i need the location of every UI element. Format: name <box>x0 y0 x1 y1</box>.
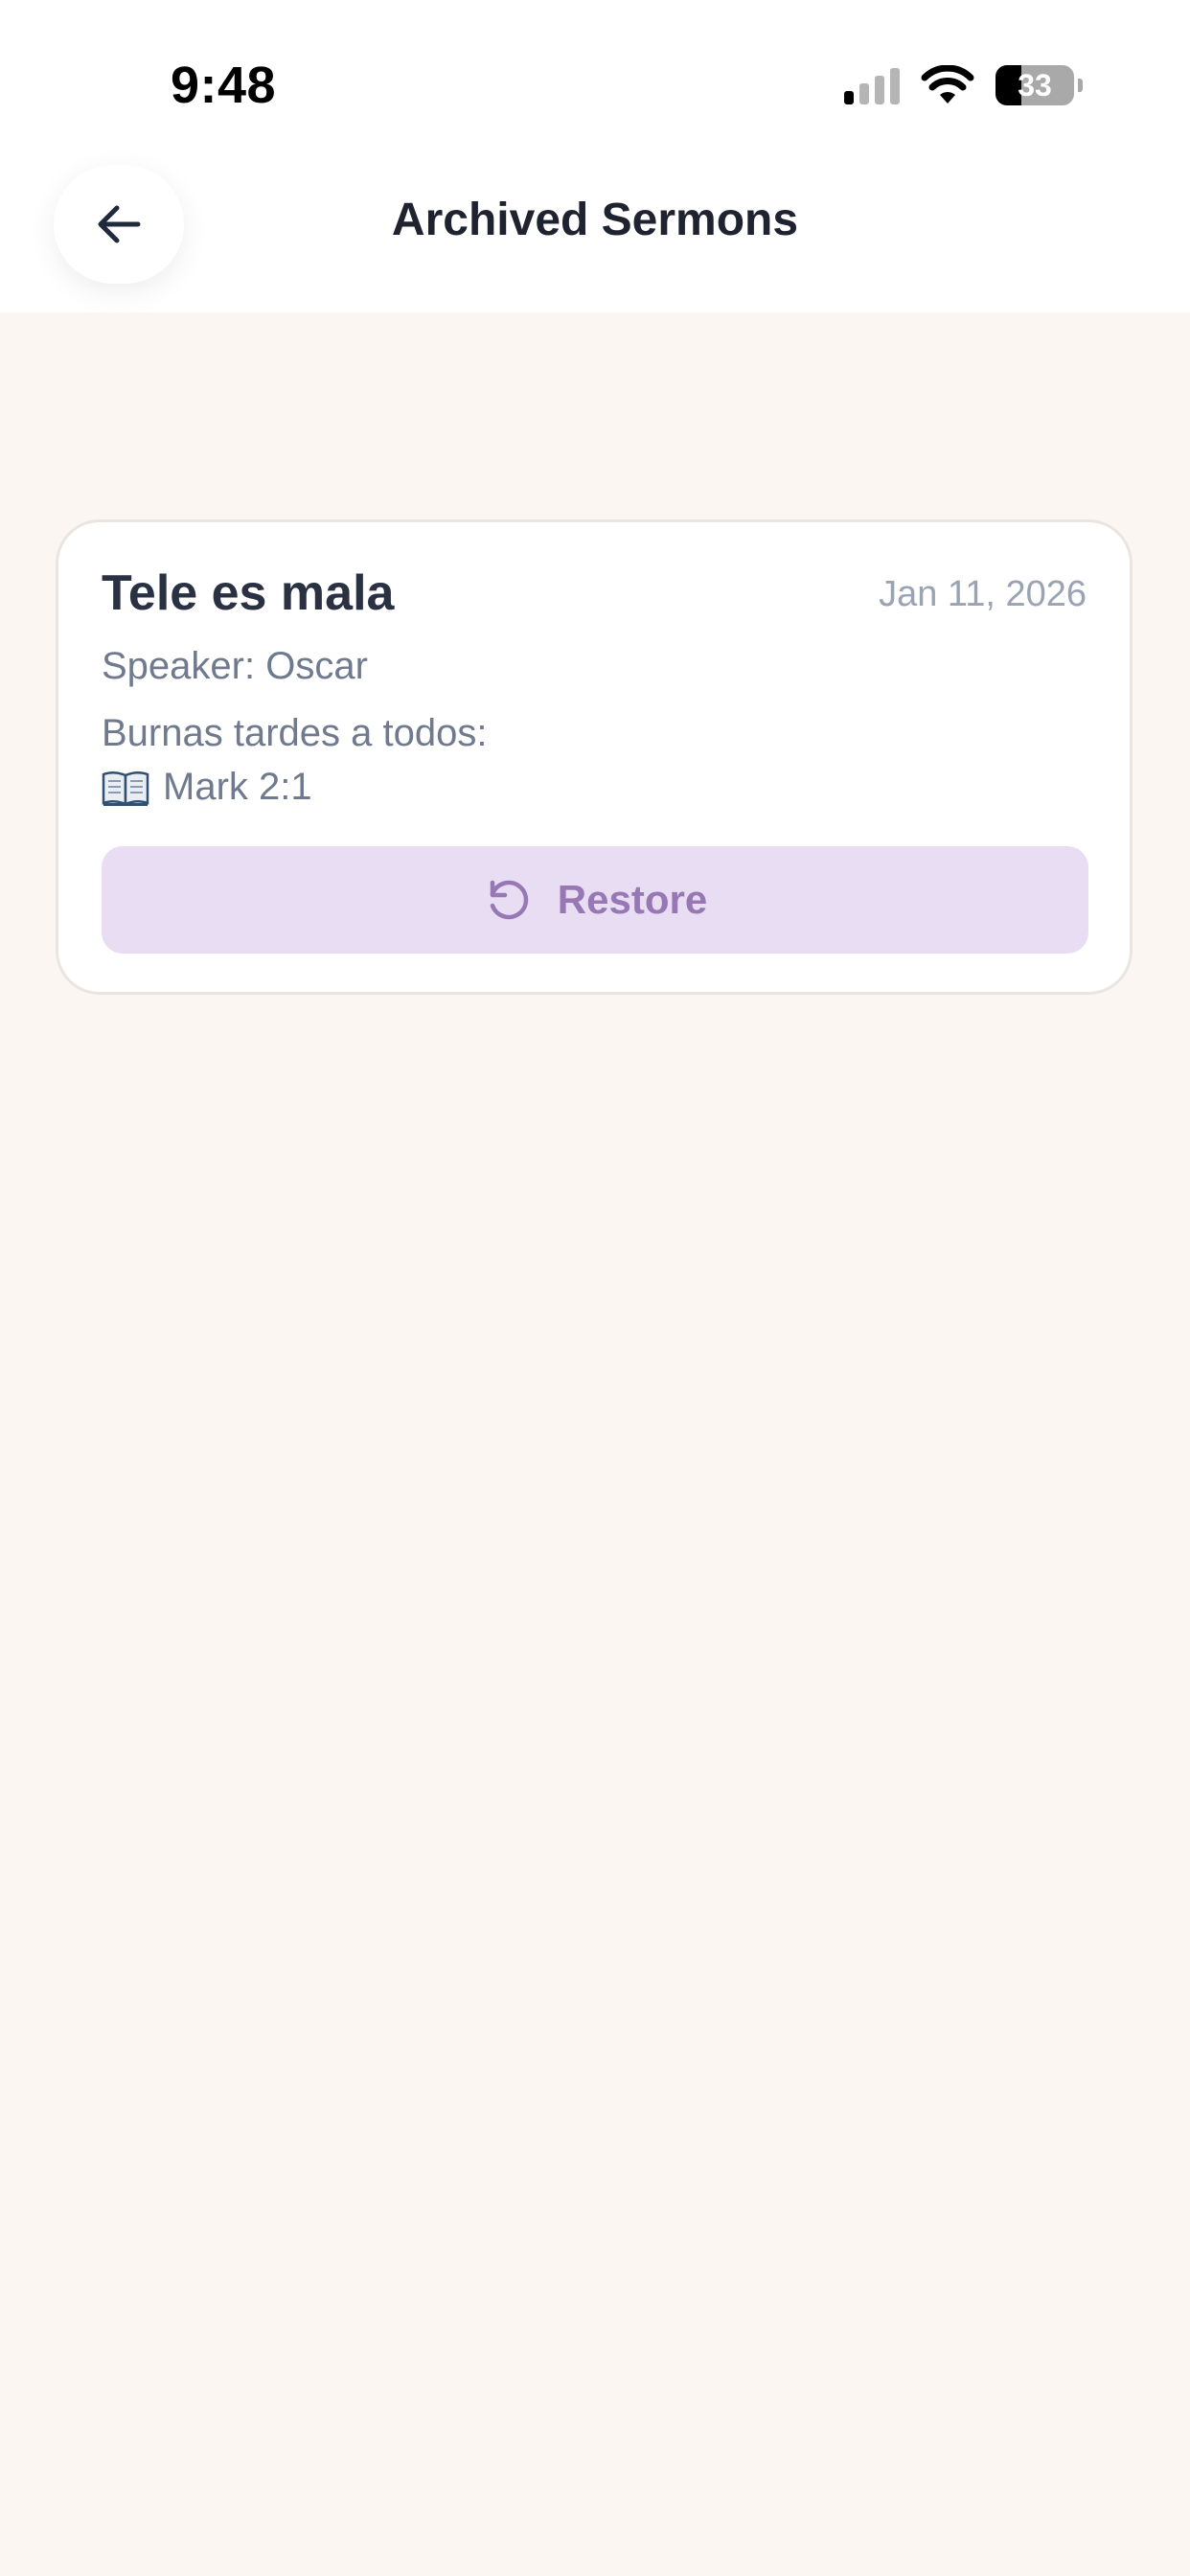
restore-button[interactable]: Restore <box>102 846 1088 954</box>
sermon-scripture: Mark 2:1 <box>102 766 312 809</box>
status-time: 9:48 <box>171 57 277 114</box>
wifi-icon <box>921 65 974 104</box>
status-icons: 33 <box>844 61 1083 109</box>
page-title: Archived Sermons <box>391 195 799 245</box>
header: Archived Sermons <box>0 125 1190 312</box>
sermon-description: Burnas tardes a todos: <box>102 712 488 754</box>
scripture-reference: Mark 2:1 <box>163 766 312 808</box>
sermon-speaker: Speaker: Oscar <box>102 645 368 687</box>
battery-icon: 33 <box>995 65 1074 105</box>
cellular-signal-icon <box>844 66 900 104</box>
restore-icon <box>490 880 528 920</box>
open-book-icon <box>102 770 149 806</box>
sermon-date: Jan 11, 2026 <box>879 574 1087 614</box>
battery-cap <box>1078 79 1083 92</box>
restore-label: Restore <box>557 877 708 922</box>
sermon-title: Tele es mala <box>102 565 395 621</box>
sermon-card: Tele es mala Jan 11, 2026 Speaker: Oscar… <box>56 519 1133 995</box>
battery-level: 33 <box>1018 68 1052 103</box>
